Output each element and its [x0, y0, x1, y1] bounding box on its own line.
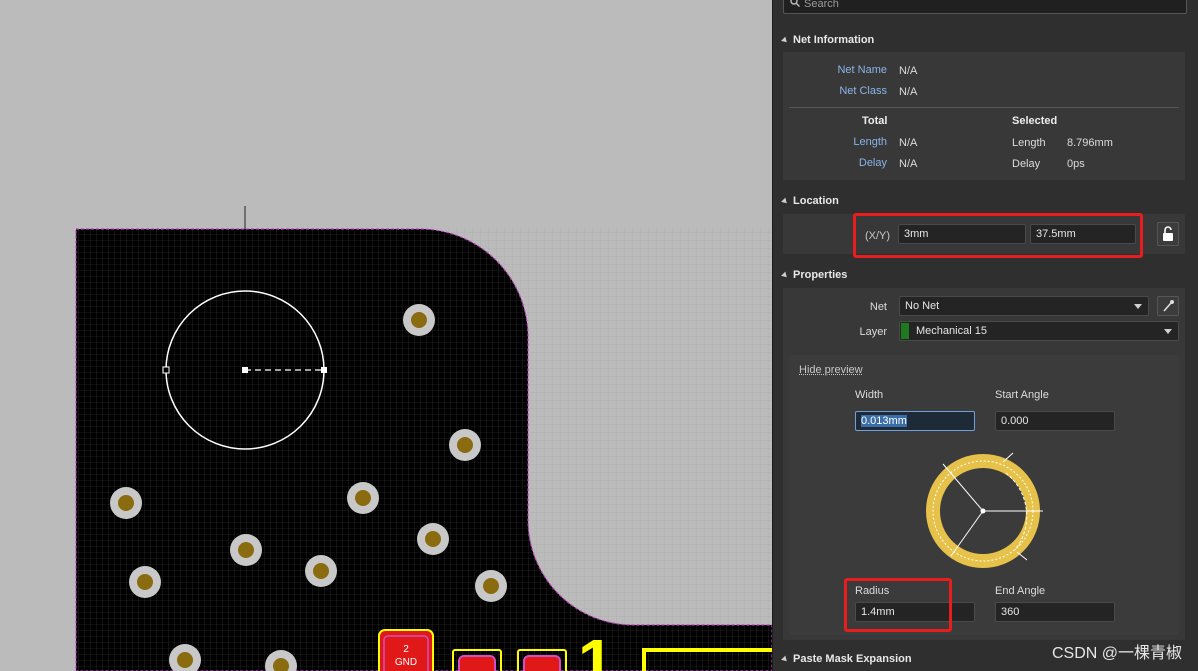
- search-placeholder: Search: [804, 0, 839, 10]
- selected-length-label: Length: [1012, 137, 1046, 149]
- net-information-header[interactable]: Net Information: [781, 34, 875, 46]
- smd-pad[interactable]: [458, 655, 496, 671]
- total-header: Total: [862, 115, 888, 127]
- center-handle[interactable]: [242, 367, 248, 373]
- net-name-label: Net Name: [837, 64, 887, 76]
- collapse-triangle-icon: [781, 271, 789, 279]
- section-title: Properties: [793, 269, 848, 281]
- via: [475, 570, 507, 602]
- net-dropdown[interactable]: No Net: [899, 296, 1149, 316]
- paste-mask-header[interactable]: Paste Mask Expansion: [781, 653, 912, 665]
- collapse-triangle-icon: [781, 36, 789, 44]
- pad-net-label: GND: [395, 657, 417, 668]
- radius-line: [950, 510, 984, 557]
- properties-panel: Search Net Information Net Name N/A Net …: [772, 0, 1198, 671]
- smd-pad[interactable]: [523, 655, 561, 671]
- selected-length-value: 8.796mm: [1067, 137, 1113, 149]
- section-title: Net Information: [793, 34, 875, 46]
- via: [347, 482, 379, 514]
- pad-number: 2: [403, 644, 409, 655]
- end-angle-arrow: [1016, 551, 1028, 561]
- via: [305, 555, 337, 587]
- width-field[interactable]: 0.013mm: [855, 411, 975, 431]
- hide-preview-link[interactable]: Hide preview: [799, 364, 863, 376]
- search-icon: [790, 0, 800, 7]
- selected-delay-label: Delay: [1012, 158, 1041, 170]
- end-angle-label: End Angle: [995, 585, 1046, 597]
- net-class-value: N/A: [899, 86, 918, 98]
- silkscreen-designator: 1: [578, 626, 614, 671]
- divider: [789, 107, 1179, 108]
- layer-color-swatch: [901, 323, 909, 339]
- width-value: 0.013mm: [861, 415, 907, 427]
- net-name-value: N/A: [899, 65, 918, 77]
- via: [129, 566, 161, 598]
- delay-label: Delay: [858, 157, 887, 169]
- radius-handle[interactable]: [321, 367, 327, 373]
- collapse-triangle-icon: [781, 655, 789, 663]
- end-angle-field[interactable]: 360: [995, 602, 1115, 622]
- total-delay-value: N/A: [899, 158, 918, 170]
- pcb-view[interactable]: 2 GND 1: [0, 0, 772, 671]
- via: [403, 304, 435, 336]
- section-title: Paste Mask Expansion: [793, 653, 912, 665]
- endpoint-handle[interactable]: [162, 366, 170, 374]
- watermark: CSDN @一棵青椒: [1051, 645, 1182, 662]
- selected-header: Selected: [1012, 115, 1058, 127]
- layer-value: Mechanical 15: [916, 325, 987, 337]
- arc-preview-diagram: [926, 452, 1043, 568]
- pcb-canvas[interactable]: 2 GND 1: [0, 0, 772, 671]
- unlock-icon: [1163, 226, 1173, 241]
- net-label: Net: [869, 301, 887, 313]
- via: [230, 534, 262, 566]
- selected-delay-value: 0ps: [1067, 158, 1085, 170]
- collapse-triangle-icon: [781, 197, 789, 205]
- location-header[interactable]: Location: [781, 195, 839, 207]
- total-length-value: N/A: [899, 137, 918, 149]
- start-angle-label: Start Angle: [995, 389, 1049, 401]
- length-label: Length: [853, 136, 887, 148]
- highlight-location: [853, 213, 1143, 258]
- via: [417, 523, 449, 555]
- via: [449, 429, 481, 461]
- properties-header[interactable]: Properties: [781, 269, 848, 281]
- net-picker-button[interactable]: [1157, 296, 1179, 316]
- start-angle-field[interactable]: 0.000: [995, 411, 1115, 431]
- lock-button[interactable]: [1157, 222, 1179, 246]
- highlight-radius: [844, 578, 952, 632]
- net-class-label: Net Class: [839, 85, 887, 97]
- layer-label: Layer: [859, 326, 887, 338]
- eyedropper-icon: [1163, 300, 1174, 312]
- layer-dropdown[interactable]: Mechanical 15: [899, 321, 1179, 341]
- via: [110, 487, 142, 519]
- width-label: Width: [855, 389, 884, 401]
- arc-center-dot: [980, 508, 986, 514]
- search-input[interactable]: Search: [783, 0, 1187, 14]
- section-title: Location: [793, 195, 839, 207]
